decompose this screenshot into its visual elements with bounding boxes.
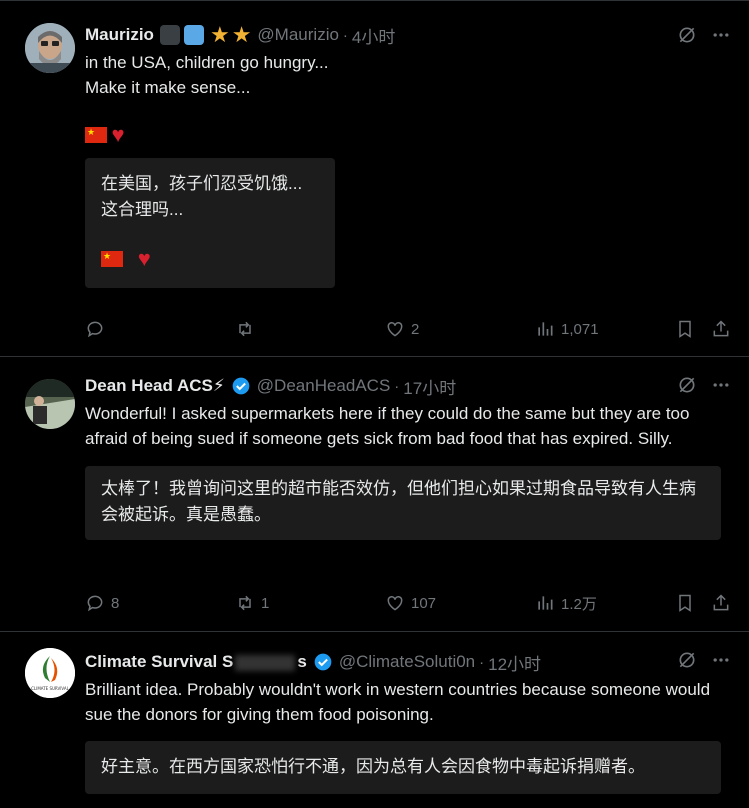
timestamp[interactable]: 17小时 xyxy=(403,374,456,399)
dark-badge-icon xyxy=(159,25,180,45)
timestamp[interactable]: 12小时 xyxy=(488,650,541,675)
grok-icon[interactable] xyxy=(677,25,697,45)
views-icon xyxy=(538,596,553,610)
display-name[interactable]: Maurizio xyxy=(85,25,154,45)
reply-icon xyxy=(87,321,103,338)
reply-button[interactable] xyxy=(85,319,205,339)
handle[interactable]: @DeanHeadACS xyxy=(257,376,391,396)
china-flag-icon xyxy=(85,127,107,143)
views-icon xyxy=(538,322,553,336)
share-icon[interactable] xyxy=(711,319,731,339)
views-button[interactable]: 1,071 xyxy=(535,319,645,339)
translation-text: 太棒了！我曾询问这里的超市能否效仿，但他们担心如果过期食品导致有人生病会被起诉。… xyxy=(101,479,696,524)
display-name[interactable]: Dean Head ACS⚡ xyxy=(85,376,225,396)
separator-dot: · xyxy=(479,653,485,671)
timestamp[interactable]: 4小时 xyxy=(352,23,395,48)
like-icon xyxy=(387,595,403,611)
separator-dot: · xyxy=(342,26,348,44)
action-bar: 8 1 107 1.2万 xyxy=(85,591,731,615)
action-bar: 2 1,071 xyxy=(85,317,731,341)
tweet-header: Climate Survival S s @ClimateSoluti0n · 1… xyxy=(85,649,721,675)
reply-count: 8 xyxy=(111,594,120,612)
tweet-menu xyxy=(677,650,731,670)
red-heart-icon: ♥ xyxy=(137,245,151,271)
tweet-3[interactable]: CLIMATE SURVIVAL Climate Survival S s @Cl… xyxy=(0,632,749,808)
translation-text: 在美国，孩子们忍受饥饿... 这合理吗... xyxy=(101,174,303,219)
bookmark-share xyxy=(675,319,731,339)
star-icon: ★ xyxy=(231,22,252,47)
more-icon[interactable] xyxy=(711,375,731,395)
tweet-text: Brilliant idea. Probably wouldn't work i… xyxy=(85,680,715,724)
more-icon[interactable] xyxy=(711,25,731,45)
bookmark-share xyxy=(675,593,731,613)
tweet-text: Wonderful! I asked supermarkets here if … xyxy=(85,404,695,448)
star-icon: ★ xyxy=(209,22,230,47)
reply-icon xyxy=(87,595,103,612)
separator-dot: · xyxy=(394,377,400,395)
like-button[interactable]: 107 xyxy=(385,593,505,613)
like-count: 2 xyxy=(411,320,420,338)
redacted-blur xyxy=(235,654,296,671)
avatar-caption: CLIMATE SURVIVAL xyxy=(31,686,69,691)
avatar-image xyxy=(25,379,75,429)
retweet-button[interactable]: 1 xyxy=(235,593,355,613)
retweet-button[interactable] xyxy=(235,319,355,339)
tweet-header: Dean Head ACS⚡ @DeanHeadACS · 17小时 xyxy=(85,373,721,399)
tweet-header: Maurizio ★ ★ @Maurizio · 4小时 xyxy=(85,22,721,48)
retweet-icon xyxy=(239,595,251,611)
display-name-end: s xyxy=(297,652,307,671)
avatar[interactable] xyxy=(25,379,75,429)
handle[interactable]: @ClimateSoluti0n xyxy=(339,652,475,672)
avatar[interactable] xyxy=(25,23,75,73)
like-button[interactable]: 2 xyxy=(385,319,505,339)
verified-icon xyxy=(232,377,250,395)
like-icon xyxy=(387,321,403,337)
more-icon[interactable] xyxy=(711,650,731,670)
translation-text: 好主意。在西方国家恐怕行不通，因为总有人会因食物中毒起诉捐赠者。 xyxy=(101,757,645,776)
china-flag-icon xyxy=(101,250,123,267)
translation-box: 在美国，孩子们忍受饥饿... 这合理吗... ♥ xyxy=(85,158,335,288)
display-name[interactable]: Climate Survival S s xyxy=(85,652,307,672)
blue-badge-icon xyxy=(183,25,204,45)
red-heart-icon: ♥ xyxy=(111,122,125,147)
translation-box: 好主意。在西方国家恐怕行不通，因为总有人会因食物中毒起诉捐赠者。 xyxy=(85,741,721,794)
retweet-icon xyxy=(239,321,251,337)
translation-box: 太棒了！我曾询问这里的超市能否效仿，但他们担心如果过期食品导致有人生病会被起诉。… xyxy=(85,466,721,540)
like-count: 107 xyxy=(411,594,437,612)
views-button[interactable]: 1.2万 xyxy=(535,593,645,614)
display-name-start: Climate Survival S xyxy=(85,652,234,671)
emoji-line: ♥ xyxy=(85,122,721,148)
avatar-image xyxy=(25,23,75,73)
views-count: 1.2万 xyxy=(561,595,597,613)
tweet-2[interactable]: Dean Head ACS⚡ @DeanHeadACS · 17小时 Wonde… xyxy=(0,357,749,632)
retweet-count: 1 xyxy=(261,594,270,612)
tweet-menu xyxy=(677,25,731,45)
verified-icon xyxy=(314,653,332,671)
handle[interactable]: @Maurizio xyxy=(257,25,339,45)
translation-emoji-line: ♥ xyxy=(101,245,319,272)
reply-button[interactable]: 8 xyxy=(85,593,205,613)
tweet-menu xyxy=(677,375,731,395)
avatar-image: CLIMATE SURVIVAL xyxy=(25,648,75,698)
avatar[interactable]: CLIMATE SURVIVAL xyxy=(25,648,75,698)
tweet-text: in the USA, children go hungry... Make i… xyxy=(85,53,329,97)
tweet-1[interactable]: Maurizio ★ ★ @Maurizio · 4小时 in the USA,… xyxy=(0,0,749,357)
grok-icon[interactable] xyxy=(677,375,697,395)
bookmark-icon[interactable] xyxy=(675,593,695,613)
grok-icon[interactable] xyxy=(677,650,697,670)
views-count: 1,071 xyxy=(561,320,599,338)
bookmark-icon[interactable] xyxy=(675,319,695,339)
share-icon[interactable] xyxy=(711,593,731,613)
